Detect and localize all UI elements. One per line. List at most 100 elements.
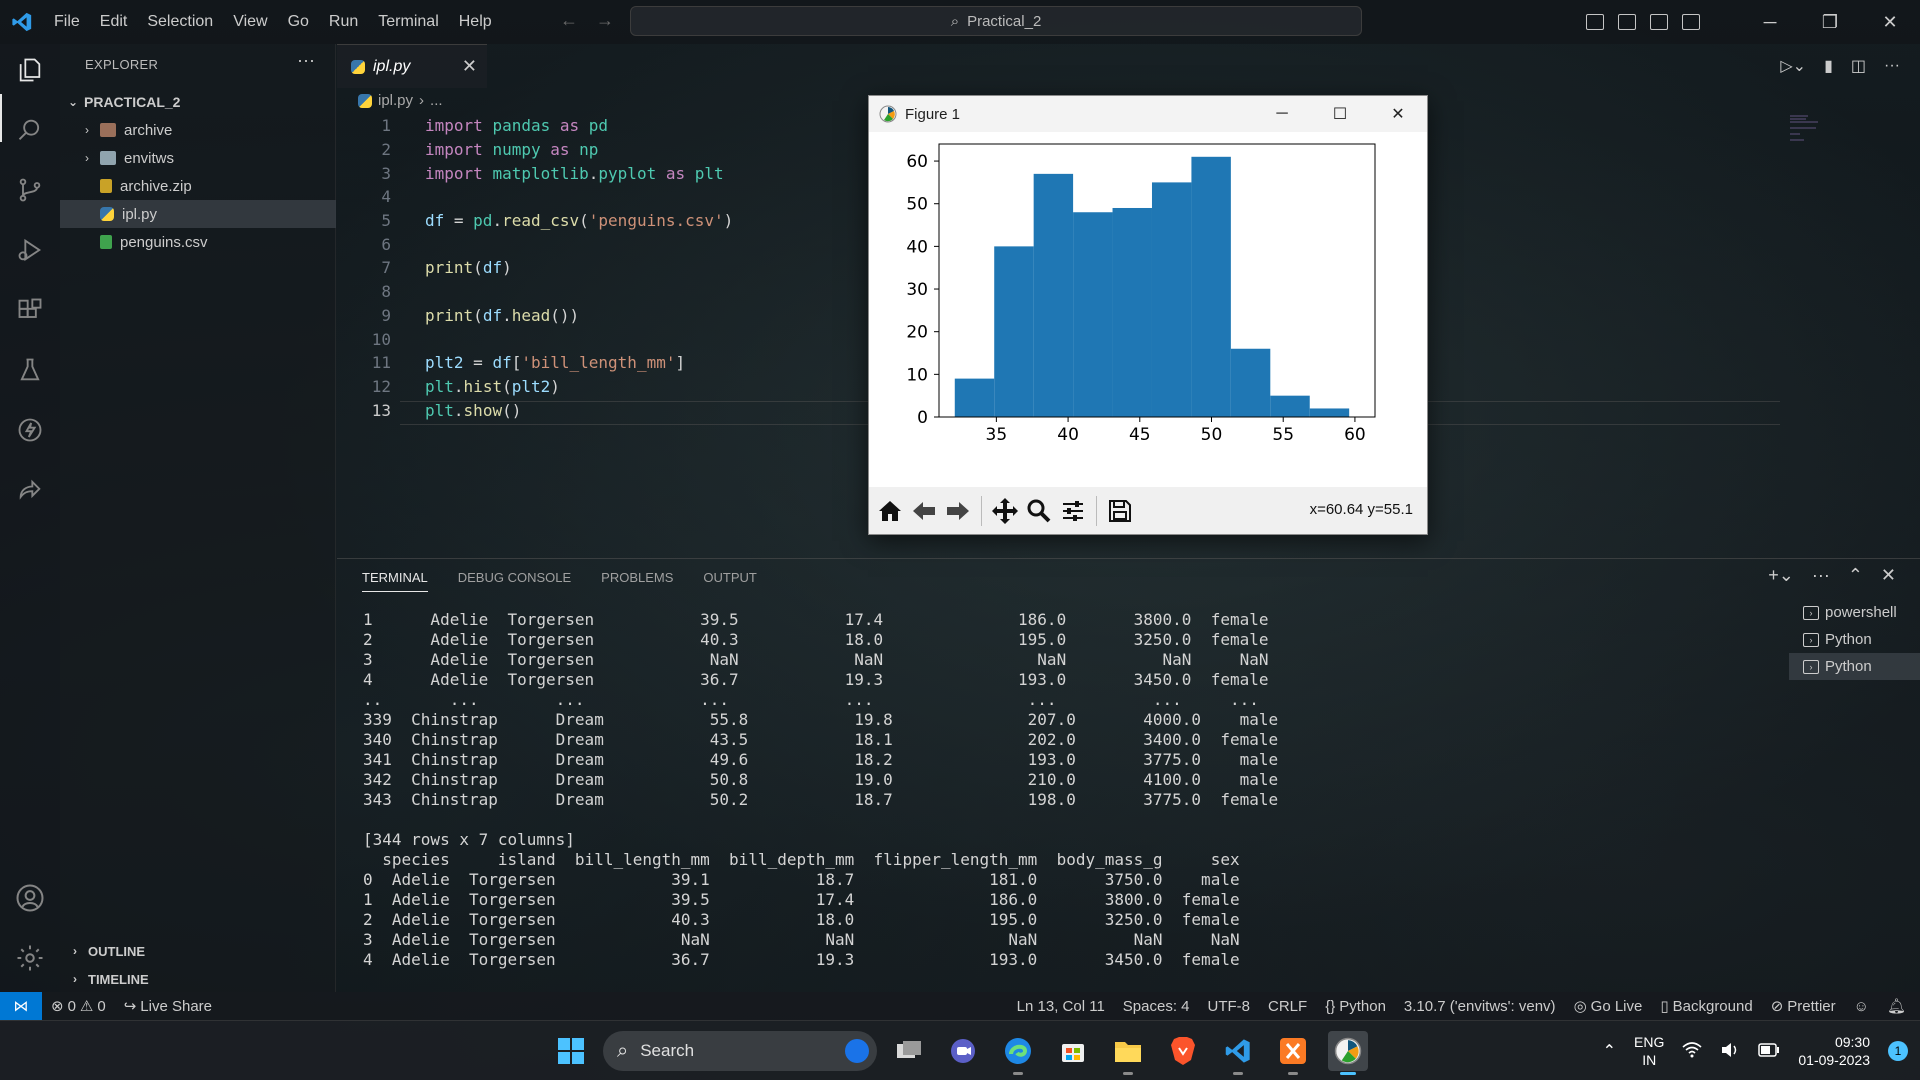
terminal-output[interactable]: 1 Adelie Torgersen 39.5 17.4 186.0 3800.… <box>363 610 1763 970</box>
microsoft-store-icon[interactable] <box>1053 1031 1093 1071</box>
menu-item-run[interactable]: Run <box>319 13 368 31</box>
menu-item-selection[interactable]: Selection <box>137 13 223 31</box>
back-arrow-icon[interactable] <box>907 494 941 528</box>
tab-output[interactable]: OUTPUT <box>703 570 756 592</box>
teams-chat-icon[interactable] <box>943 1031 983 1071</box>
customize-layout-icon[interactable] <box>1682 14 1700 30</box>
tree-item-archive[interactable]: › archive <box>60 116 336 144</box>
volume-icon[interactable] <box>1720 1042 1740 1061</box>
tab-terminal[interactable]: TERMINAL <box>362 570 428 592</box>
home-icon[interactable] <box>873 494 907 528</box>
tree-item-ipl-py[interactable]: ipl.py <box>60 200 336 228</box>
menu-item-help[interactable]: Help <box>449 13 502 31</box>
maximize-panel-icon[interactable]: ⌃ <box>1848 565 1863 586</box>
menu-item-view[interactable]: View <box>223 13 277 31</box>
account-icon[interactable] <box>14 882 46 914</box>
close-button[interactable]: ✕ <box>1860 0 1920 44</box>
pan-move-icon[interactable] <box>988 494 1022 528</box>
zoom-icon[interactable] <box>1022 494 1056 528</box>
remote-indicator-icon[interactable]: ⋈ <box>0 992 42 1020</box>
prettier-status[interactable]: ⊘ Prettier <box>1762 997 1845 1016</box>
clock[interactable]: 09:30 01-09-2023 <box>1798 1033 1870 1069</box>
cursor-position[interactable]: Ln 13, Col 11 <box>1008 998 1114 1015</box>
matplotlib-taskbar-icon[interactable] <box>1328 1031 1368 1075</box>
back-arrow-icon[interactable]: ← <box>560 10 578 31</box>
file-explorer-icon[interactable] <box>1108 1031 1148 1075</box>
breadcrumb-file[interactable]: ipl.py <box>378 92 413 109</box>
new-terminal-icon[interactable]: +⌄ <box>1768 565 1794 586</box>
flask-icon[interactable]: ▮ <box>1824 56 1833 76</box>
terminal-instance-powershell[interactable]: › powershell <box>1789 599 1920 626</box>
toggle-secondary-sidebar-icon[interactable] <box>1650 14 1668 30</box>
close-panel-icon[interactable]: ✕ <box>1881 565 1896 586</box>
breadcrumb-symbol[interactable]: ... <box>430 92 443 109</box>
timeline-section[interactable]: › TIMELINE <box>60 965 336 993</box>
figure-minimize-button[interactable]: ─ <box>1253 96 1311 132</box>
explorer-icon[interactable] <box>14 54 46 86</box>
windows-start-icon[interactable] <box>551 1031 591 1071</box>
toggle-primary-sidebar-icon[interactable] <box>1586 14 1604 30</box>
minimap[interactable] <box>1790 114 1824 144</box>
live-share-icon[interactable] <box>14 474 46 506</box>
line-ending[interactable]: CRLF <box>1259 998 1316 1015</box>
run-python-icon[interactable]: ▷⌄ <box>1780 56 1806 76</box>
menu-item-terminal[interactable]: Terminal <box>368 13 448 31</box>
figure-canvas[interactable]: 35 40 45 50 55 60 0 10 20 30 40 50 60 <box>869 132 1427 487</box>
outline-section[interactable]: › OUTLINE <box>60 937 336 965</box>
more-actions-icon[interactable]: ··· <box>1884 57 1900 75</box>
notification-badge[interactable]: 1 <box>1888 1041 1908 1061</box>
language-indicator[interactable]: ENG IN <box>1634 1033 1664 1069</box>
more-actions-icon[interactable]: ··· <box>1812 565 1830 586</box>
tab-problems[interactable]: PROBLEMS <box>601 570 673 592</box>
taskbar-search[interactable]: ⌕ Search <box>603 1031 877 1071</box>
xampp-icon[interactable] <box>1273 1031 1313 1075</box>
menu-item-file[interactable]: File <box>44 13 90 31</box>
split-editor-icon[interactable]: ◫ <box>1851 56 1866 76</box>
feedback-icon[interactable]: ☺ <box>1845 998 1878 1015</box>
search-icon[interactable] <box>14 114 46 146</box>
tab-ipl-py[interactable]: ipl.py ✕ <box>337 44 487 88</box>
toggle-panel-icon[interactable] <box>1618 14 1636 30</box>
language-mode[interactable]: {} Python <box>1316 998 1395 1015</box>
close-tab-icon[interactable]: ✕ <box>462 56 477 77</box>
task-view-icon[interactable] <box>889 1031 929 1071</box>
edge-browser-icon[interactable] <box>998 1031 1038 1075</box>
terminal-instance-python[interactable]: › Python <box>1789 626 1920 653</box>
indentation[interactable]: Spaces: 4 <box>1114 998 1199 1015</box>
vscode-taskbar-icon[interactable] <box>1218 1031 1258 1075</box>
run-debug-icon[interactable] <box>14 234 46 266</box>
notifications-bell-icon[interactable]: 🔔︎ <box>1878 997 1920 1015</box>
testing-icon[interactable] <box>14 354 46 386</box>
python-interpreter[interactable]: 3.10.7 ('envitws': venv) <box>1395 998 1565 1015</box>
extensions-icon[interactable] <box>14 294 46 326</box>
save-figure-icon[interactable] <box>1103 494 1137 528</box>
background-status[interactable]: ▯ Background <box>1651 997 1761 1016</box>
tree-item-penguins-csv[interactable]: penguins.csv <box>60 228 336 256</box>
forward-arrow-icon[interactable] <box>941 494 975 528</box>
maximize-button[interactable]: ❐ <box>1800 0 1860 44</box>
project-root[interactable]: ⌄ PRACTICAL_2 <box>60 88 336 116</box>
minimize-button[interactable]: ─ <box>1740 0 1800 44</box>
figure-maximize-button[interactable]: ☐ <box>1311 96 1369 132</box>
wifi-icon[interactable] <box>1682 1041 1702 1061</box>
menu-item-go[interactable]: Go <box>278 13 319 31</box>
brave-browser-icon[interactable] <box>1163 1031 1203 1071</box>
battery-icon[interactable] <box>1758 1042 1780 1060</box>
lightning-icon[interactable] <box>14 414 46 446</box>
menu-item-edit[interactable]: Edit <box>90 13 138 31</box>
chevron-up-icon[interactable]: ⌃ <box>1603 1041 1616 1061</box>
problems-status[interactable]: ⊗ 0 ⚠ 0 <box>42 997 115 1016</box>
command-center[interactable]: ⌕ Practical_2 <box>630 6 1362 36</box>
forward-arrow-icon[interactable]: → <box>596 10 614 31</box>
tree-item-archive-zip[interactable]: archive.zip <box>60 172 336 200</box>
terminal-instance-python[interactable]: › Python <box>1789 653 1920 680</box>
settings-gear-icon[interactable] <box>14 942 46 974</box>
more-actions-icon[interactable]: ··· <box>297 50 315 71</box>
tab-debug-console[interactable]: DEBUG CONSOLE <box>458 570 571 592</box>
go-live-status[interactable]: ◎ Go Live <box>1565 997 1652 1016</box>
figure-close-button[interactable]: ✕ <box>1369 96 1427 132</box>
encoding[interactable]: UTF-8 <box>1199 998 1260 1015</box>
live-share-status[interactable]: ↪ Live Share <box>115 997 221 1016</box>
source-control-icon[interactable] <box>14 174 46 206</box>
tree-item-envitws[interactable]: › envitws <box>60 144 336 172</box>
